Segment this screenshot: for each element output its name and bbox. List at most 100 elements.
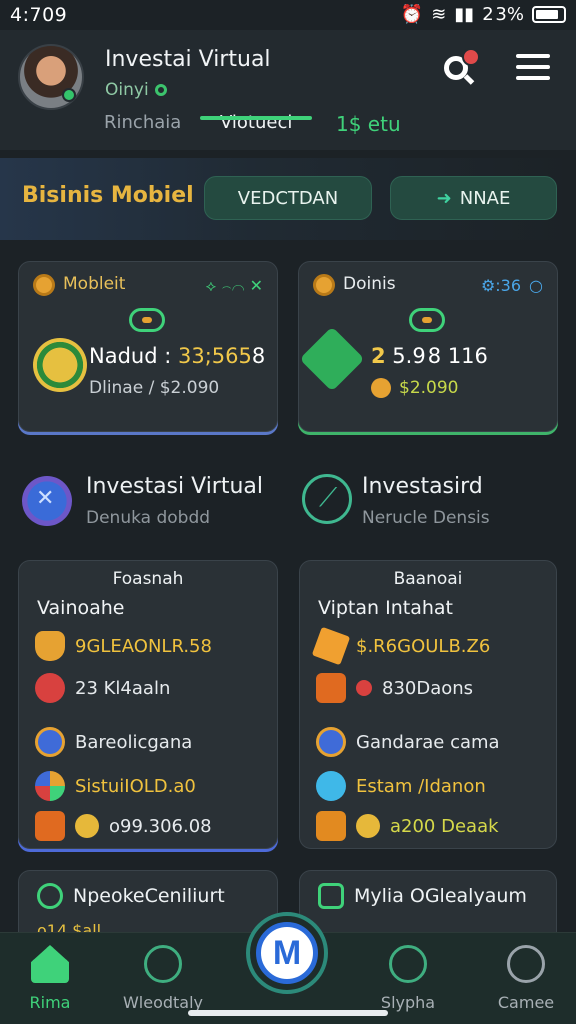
list-item[interactable]: $.R6GOULB.Z6 bbox=[311, 626, 491, 666]
arrow-right-icon: ➜ bbox=[436, 187, 452, 209]
chart-icon[interactable] bbox=[302, 474, 352, 524]
shield-icon bbox=[35, 631, 65, 661]
list-item-label: 9GLEAONLR.58 bbox=[75, 635, 212, 657]
list-item[interactable]: SistuiIOLD.a0 bbox=[35, 771, 196, 801]
list-item[interactable]: 23 Kl4aaln bbox=[35, 673, 170, 703]
green-gem-icon bbox=[299, 326, 365, 392]
feature-subtitle-2: Nerucle Densis bbox=[362, 508, 490, 528]
investment-icon[interactable] bbox=[22, 476, 72, 526]
nav-label: Camee bbox=[497, 993, 555, 1012]
monitor-icon bbox=[318, 883, 344, 909]
wallet-value-amount: 33;565 bbox=[177, 344, 252, 368]
partial-card-title: Mylia OGlealyaum bbox=[354, 885, 527, 907]
list-item[interactable]: Gandarae cama bbox=[316, 727, 500, 757]
banner-button-1[interactable]: VEDCTDAN bbox=[204, 176, 372, 220]
check-circle-icon bbox=[37, 883, 63, 909]
star-burst-icon bbox=[316, 673, 346, 703]
list-item-label: 830Daons bbox=[382, 677, 474, 699]
home-icon bbox=[31, 945, 69, 983]
user-icon bbox=[35, 727, 65, 757]
notification-badge bbox=[462, 48, 480, 66]
wallet-value: 2 5.9 8 116 bbox=[371, 344, 488, 368]
wallet-value-amount: 5.9 8 116 bbox=[385, 344, 488, 368]
partial-card-title: NpeokeCeniliurt bbox=[73, 885, 225, 907]
coin-icon bbox=[356, 814, 380, 838]
tab-3[interactable]: 1$ etu bbox=[336, 112, 401, 136]
app-header: Investai Virtual Oinyi Rinchaia Viotuecl… bbox=[0, 30, 576, 150]
list-item[interactable]: o99.306.08 bbox=[35, 811, 212, 841]
banner-button-2-label: NNAE bbox=[459, 187, 511, 209]
wallet-tools: ⟡ ⌢⌒ ✕ bbox=[206, 276, 263, 296]
list-item-label: $.R6GOULB.Z6 bbox=[356, 635, 491, 657]
wallet-value-tail: 8 bbox=[251, 344, 266, 368]
list-item-label: SistuiIOLD.a0 bbox=[75, 775, 196, 797]
puzzle-icon bbox=[35, 771, 65, 801]
menu-icon-line bbox=[516, 76, 550, 80]
banner-title: Bisinis Mobiel bbox=[22, 183, 194, 208]
menu-icon bbox=[516, 54, 550, 58]
feature-subtitle-1: Denuka dobdd bbox=[86, 508, 211, 528]
list-item[interactable]: Estam /Idanon bbox=[316, 771, 486, 801]
tab-1[interactable]: Rinchaia bbox=[104, 112, 181, 133]
active-tab-indicator bbox=[200, 116, 312, 120]
wallet-tools: ⚙:36 ○ bbox=[481, 276, 543, 295]
menu-icon-line bbox=[516, 65, 550, 69]
status-ring-icon bbox=[154, 84, 167, 96]
banner-button-1-label: VEDCTDAN bbox=[237, 187, 339, 209]
wifi-icon: ≋ bbox=[431, 4, 447, 25]
wallet-tools-text: ⟡ ⌢⌒ ✕ bbox=[205, 276, 263, 295]
signal-icon: ▮▮ bbox=[454, 4, 475, 25]
wallet-label: Mobleit bbox=[63, 274, 126, 294]
list-item-label: a200 Deaak bbox=[390, 815, 499, 837]
nav-label: Rima bbox=[29, 993, 71, 1012]
center-action-button[interactable]: M bbox=[246, 912, 328, 994]
wallet-label: Doinis bbox=[343, 274, 396, 294]
list-item[interactable]: Bareolicgana bbox=[35, 727, 192, 757]
portfolio-card-2[interactable]: Baanoai Viptan Intahat $.R6GOULB.Z6 830D… bbox=[299, 560, 557, 849]
wallet-icon bbox=[316, 811, 346, 841]
status-bar: 4:709 ⏰ ≋ ▮▮ 2 3% bbox=[0, 0, 576, 30]
eye-icon bbox=[389, 945, 427, 983]
battery-percent: 2 3% bbox=[482, 4, 524, 25]
red-dot-icon bbox=[356, 680, 372, 696]
banner-button-2[interactable]: ➜ NNAE bbox=[390, 176, 557, 220]
list-item[interactable]: a200 Deaak bbox=[316, 811, 499, 841]
feature-title-2[interactable]: Investasird bbox=[362, 474, 483, 499]
battery-icon bbox=[532, 6, 566, 23]
user-icon bbox=[316, 727, 346, 757]
portfolio-card-1[interactable]: Foasnah Vainoahe 9GLEAONLR.58 23 Kl4aaln… bbox=[18, 560, 278, 849]
wallet-icon bbox=[35, 811, 65, 841]
list-item[interactable]: 830Daons bbox=[316, 673, 473, 703]
feature-title-1[interactable]: Investasi Virtual bbox=[86, 474, 263, 499]
wallet-card-2[interactable]: Doinis ⚙:36 ○ 2 5.9 8 116 $2.090 bbox=[298, 261, 558, 432]
coin-icon bbox=[75, 814, 99, 838]
nav-item-4[interactable]: Slypha bbox=[358, 945, 458, 1012]
pencil-icon bbox=[311, 626, 351, 666]
nav-item-5[interactable]: Camee bbox=[476, 945, 576, 1012]
list-item-label: Bareolicgana bbox=[75, 731, 193, 753]
wallet-value: Nadud : 33;5658 bbox=[89, 344, 265, 368]
wallet-subvalue: $2.090 bbox=[399, 378, 459, 398]
refresh-icon[interactable]: ○ bbox=[529, 276, 543, 295]
home-indicator[interactable] bbox=[188, 1010, 388, 1016]
piggy-bank-icon bbox=[409, 308, 445, 332]
search-button[interactable] bbox=[440, 48, 480, 86]
wallet-value-label: Nadud : bbox=[89, 344, 178, 368]
wallet-subvalue: Dlinae / $2.090 bbox=[89, 378, 220, 398]
m-logo-icon: M bbox=[256, 922, 318, 984]
user-status: Oinyi bbox=[105, 80, 167, 100]
nav-item-2[interactable]: Wleodtaly bbox=[113, 945, 213, 1012]
list-item-label: Gandarae cama bbox=[356, 731, 500, 753]
nav-item-home[interactable]: Rima bbox=[0, 945, 100, 1012]
user-status-label: Oinyi bbox=[105, 80, 149, 100]
list-item-label: 23 Kl4aaln bbox=[75, 677, 171, 699]
red-badge-icon bbox=[35, 673, 65, 703]
portfolio-subtitle: Vainoahe bbox=[37, 597, 125, 619]
avatar[interactable] bbox=[18, 44, 84, 110]
menu-button[interactable] bbox=[516, 54, 550, 84]
status-right: ⏰ ≋ ▮▮ 2 3% bbox=[401, 4, 566, 25]
coin-icon bbox=[371, 378, 391, 398]
refresh-icon bbox=[144, 945, 182, 983]
wallet-card-1[interactable]: Mobleit ⟡ ⌢⌒ ✕ Nadud : 33;5658 Dlinae / … bbox=[18, 261, 278, 432]
list-item[interactable]: 9GLEAONLR.58 bbox=[35, 631, 212, 661]
